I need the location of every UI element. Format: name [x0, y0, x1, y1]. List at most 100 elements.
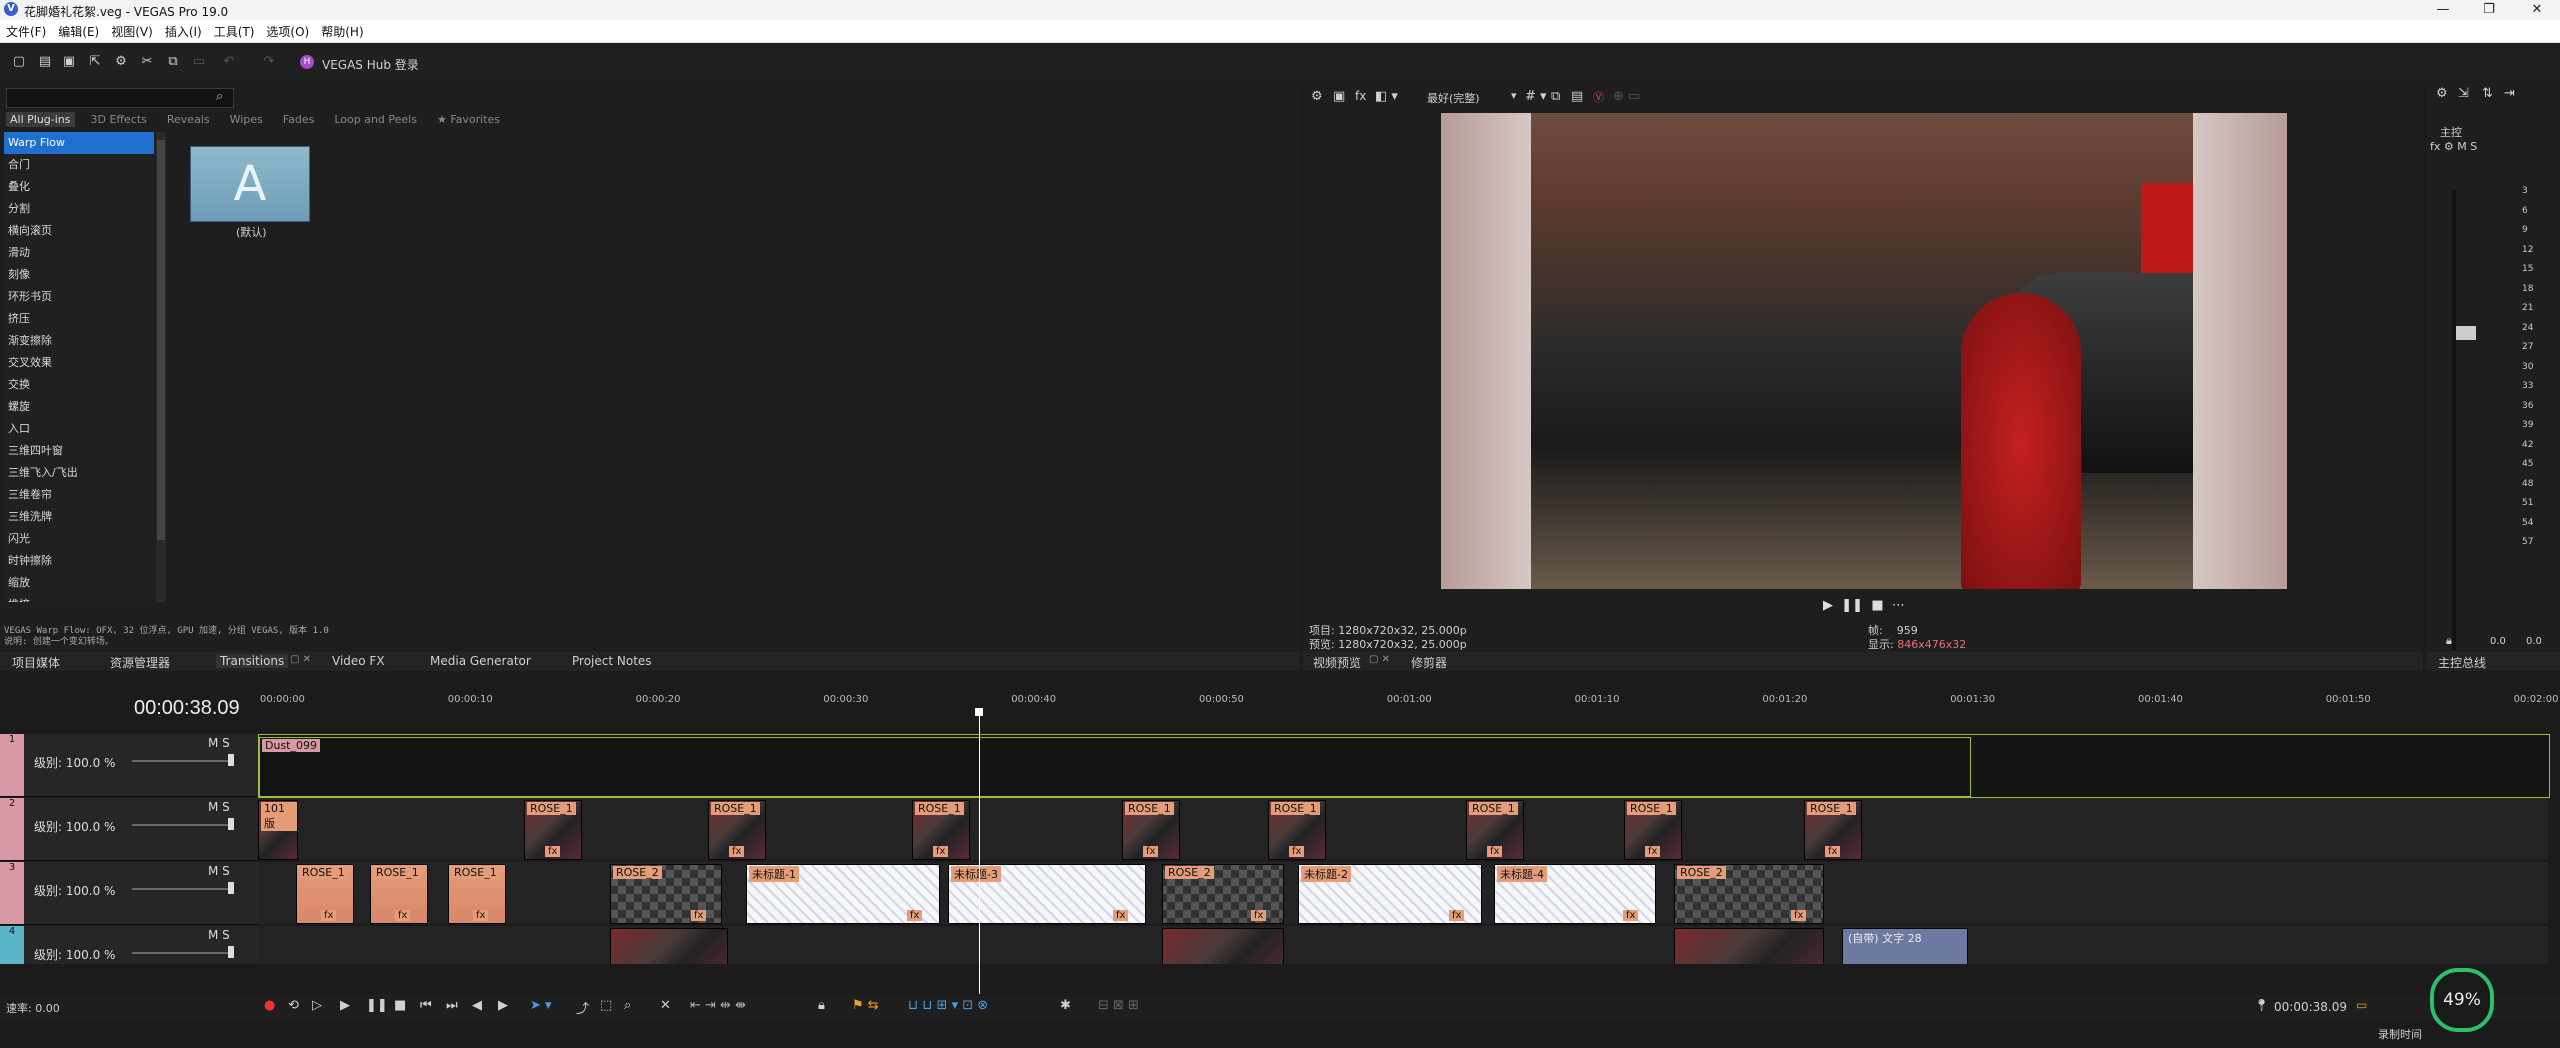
dock-icon[interactable]: ⇥ [2504, 86, 2515, 101]
menu-insert[interactable]: 插入(I) [159, 20, 208, 40]
selection-tool-icon[interactable]: ⬚ [600, 998, 612, 1013]
tab-video-fx[interactable]: Video FX [332, 654, 385, 668]
clip-fx-icon[interactable]: fx [545, 846, 561, 857]
track-3-lane[interactable]: ROSE_1 fx ROSE_1 fx ROSE_1 fx ROSE_2 fx 未标题-… [258, 862, 2548, 924]
clip-untitled-2[interactable]: 未标题-2 fx [1298, 864, 1482, 924]
clip-fx-icon[interactable]: fx [321, 910, 337, 921]
clip-rose-1[interactable]: ROSE_1 fx [370, 864, 428, 924]
trim-start-icon[interactable]: ⇤ ⇥ ⇹ ⇼ [690, 998, 746, 1013]
clip-fx-icon[interactable]: fx [1791, 910, 1807, 921]
mute-solo[interactable]: M S [208, 928, 230, 942]
overlays-grid-icon[interactable]: # ▾ [1525, 89, 1547, 104]
tab-video-preview[interactable]: 视频预览 [1313, 654, 1361, 671]
marker-icon[interactable]: ⚑ ⇆ [852, 998, 879, 1013]
timeline-play-icon[interactable]: ▶ [340, 998, 350, 1013]
zoom-tool-icon[interactable]: ⌕ [624, 998, 631, 1013]
clip-rose-1[interactable]: ROSE_1 fx [1624, 800, 1682, 860]
clip-rose-1[interactable]: ROSE_1 fx [524, 800, 582, 860]
tab-transitions[interactable]: Transitions [216, 654, 289, 668]
level-knob[interactable] [228, 818, 234, 830]
preview-tab-close-icon[interactable]: ▢ ✕ [1369, 654, 1390, 665]
clip-dust[interactable]: Dust_099 [259, 737, 1971, 797]
level-slider[interactable] [132, 952, 232, 954]
level-slider[interactable] [132, 760, 232, 762]
plugin-item[interactable]: 滑动 [4, 242, 154, 264]
clip-text-28[interactable]: (自带) 文字 28 [1842, 928, 1968, 964]
menu-view[interactable]: 视图(V) [105, 20, 159, 40]
clip-video[interactable] [1162, 928, 1284, 964]
track-2-lane[interactable]: 101版 ROSE_1 fx ROSE_1 fx ROSE_1 fx ROSE_1 fx… [258, 798, 2548, 860]
plugin-item[interactable]: 渐变擦除 [4, 330, 154, 352]
clip-fx-icon[interactable]: fx [1143, 846, 1159, 857]
plugin-search-input[interactable] [6, 88, 234, 108]
tab-close-icon[interactable]: ▢ ✕ [290, 654, 311, 665]
plugin-item[interactable]: 横向滚页 [4, 220, 154, 242]
clip-fx-icon[interactable]: fx [1623, 910, 1639, 921]
tab-favorites[interactable]: ★ Favorites [433, 112, 504, 127]
clip-fx-icon[interactable]: fx [1113, 910, 1129, 921]
video-fx-icon[interactable]: fx [1355, 89, 1366, 103]
plugin-item[interactable]: 缩放 [4, 572, 154, 594]
level-knob[interactable] [228, 946, 234, 958]
track-1-lane[interactable]: Dust_099 [258, 734, 2550, 798]
lock-icon[interactable]: 🔒︎ [2446, 634, 2452, 648]
level-slider[interactable] [132, 888, 232, 890]
clip-fx-icon[interactable]: fx [933, 846, 949, 857]
tab-reveals[interactable]: Reveals [163, 112, 214, 127]
vegas-hub-icon[interactable]: H [300, 55, 314, 69]
plugin-item[interactable]: 刻像 [4, 264, 154, 286]
tab-trimmer[interactable]: 修剪器 [1411, 654, 1447, 671]
clip-fx-icon[interactable]: fx [729, 846, 745, 857]
color-icon[interactable]: ✱ [1060, 998, 1071, 1013]
plugin-item[interactable]: 三维卷帘 [4, 484, 154, 506]
mute-solo[interactable]: M S [208, 864, 230, 878]
clip-fx-icon[interactable]: fx [691, 910, 707, 921]
copy-snapshot-icon[interactable]: ⧉ [1551, 89, 1560, 104]
playhead[interactable] [979, 714, 980, 1002]
menu-options[interactable]: 选项(O) [260, 20, 315, 40]
paste-icon[interactable]: ▭ [192, 55, 206, 69]
prev-frame-icon[interactable]: ◀ [472, 998, 482, 1013]
plugin-item[interactable]: 叠化 [4, 176, 154, 198]
level-knob[interactable] [228, 882, 234, 894]
lock-envelopes-icon[interactable]: 🔒︎ [818, 998, 825, 1013]
normal-edit-tool-icon[interactable]: ➤ ▾ [530, 998, 552, 1013]
clip-rose-2[interactable]: ROSE_2 fx [1162, 864, 1284, 924]
settings-icon[interactable]: ⚙ [114, 55, 128, 69]
clip-rose-1[interactable]: ROSE_1 fx [708, 800, 766, 860]
timeline-stop-icon[interactable]: ■ [394, 998, 406, 1013]
timeline-pause-icon[interactable]: ❚❚ [366, 998, 388, 1013]
preset-thumbnail[interactable]: A [190, 146, 310, 222]
snapping-icon[interactable]: ⊔ ⊔ ⊞ ▾ ⊡ ⊗ [908, 998, 988, 1013]
plugin-item[interactable]: 螺旋 [4, 396, 154, 418]
loop-icon[interactable]: ⟲ [288, 998, 299, 1013]
clip-rose-1[interactable]: ROSE_1 fx [296, 864, 354, 924]
delete-icon[interactable]: ✕ [660, 998, 671, 1013]
plugin-item[interactable]: 入口 [4, 418, 154, 440]
clip-rose-1[interactable]: ROSE_1 fx [1268, 800, 1326, 860]
tab-media-generator[interactable]: Media Generator [430, 654, 531, 668]
clip-rose-1[interactable]: ROSE_1 fx [912, 800, 970, 860]
clip-untitled-1[interactable]: 未标题-1 fx [746, 864, 940, 924]
menu-help[interactable]: 帮助(H) [315, 20, 369, 40]
clip-rose-1[interactable]: ROSE_1 fx [1804, 800, 1862, 860]
new-icon[interactable]: ▢ [12, 55, 26, 69]
current-timecode[interactable]: 00:00:38.09 [134, 697, 240, 720]
split-screen-icon[interactable]: ◧ ▾ [1375, 89, 1398, 104]
quality-chevron-down-icon[interactable]: ▾ [1511, 89, 1517, 102]
clip-rose-1[interactable]: ROSE_1 fx [448, 864, 506, 924]
undo-icon[interactable]: ↶ [222, 55, 236, 69]
clip-101[interactable]: 101版 [258, 800, 298, 860]
clip-fx-icon[interactable]: fx [1449, 910, 1465, 921]
search-icon[interactable]: ⌕ [216, 89, 223, 104]
tab-3d-effects[interactable]: 3D Effects [87, 112, 151, 127]
master-fx-controls[interactable]: fx ⚙ M S [2430, 140, 2477, 153]
copy-icon[interactable]: ⧉ [166, 55, 180, 69]
maximize-icon[interactable]: ❐ [2466, 0, 2512, 20]
go-to-start-icon[interactable]: ⏮ [420, 998, 432, 1013]
downmix-icon[interactable]: ⇲ [2458, 86, 2469, 101]
save-icon[interactable]: ▣ [62, 55, 76, 69]
plugin-item[interactable]: 合门 [4, 154, 154, 176]
vegas-v-icon[interactable]: Ⓥ [1593, 89, 1604, 105]
pause-icon[interactable]: ❚❚ [1841, 598, 1863, 613]
